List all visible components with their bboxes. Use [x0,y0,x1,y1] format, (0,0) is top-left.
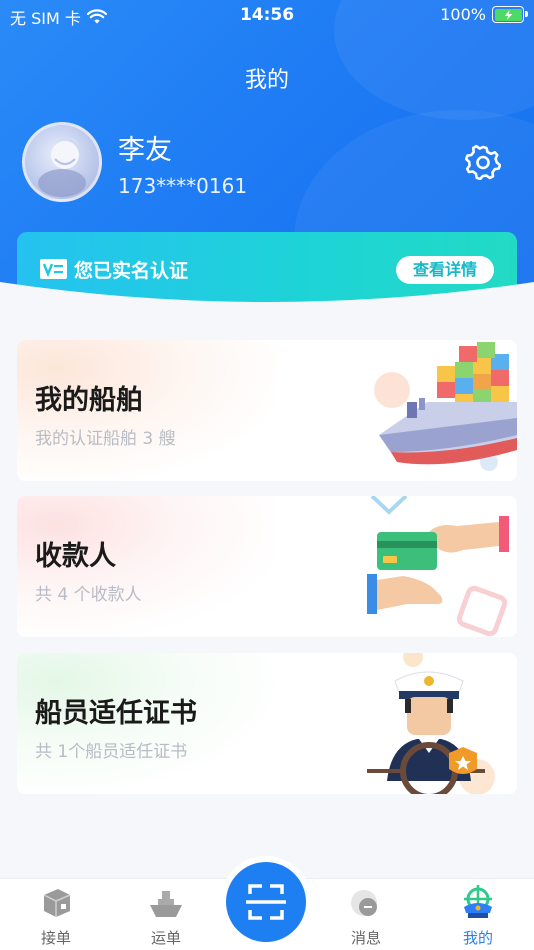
ship-captain-icon [367,653,495,794]
user-phone: 173****0161 [118,174,248,198]
settings-gear-icon[interactable] [465,144,501,180]
profile-header: 无 SIM 卡 14:56 100% 我的 李友 173****0161 您已实… [0,0,534,310]
status-right: 100% [440,5,528,24]
card-subtitle: 共 1个船员适任证书 [35,742,188,762]
user-name: 李友 [118,135,172,166]
tab-label: 接单 [40,929,71,947]
tab-mine[interactable]: 我的 [438,879,518,950]
ship-icon [150,891,182,917]
tab-label: 消息 [350,929,381,947]
tab-orders[interactable]: 接单 [16,879,96,950]
card-subtitle: 我的认证船舶 3 艘 [35,429,176,449]
cargo-ship-icon [374,342,517,471]
tab-messages[interactable]: 消息 [326,879,406,950]
crew-certificate-card[interactable]: 船员适任证书 共 1个船员适任证书 [17,653,517,794]
payees-card[interactable]: 收款人 共 4 个收款人 [17,496,517,637]
card-title: 我的船舶 [35,385,143,416]
card-title: 收款人 [35,541,116,572]
battery-percent: 100% [440,5,486,24]
avatar-illustration [38,137,86,197]
battery-icon [492,6,528,23]
box-icon [43,889,71,917]
verification-status: 您已实名认证 [74,260,189,282]
message-icon [351,890,377,916]
tab-label: 运单 [150,929,181,947]
scan-button[interactable] [226,862,306,942]
id-card-icon [40,259,67,279]
tab-waybills[interactable]: 运单 [126,879,206,950]
avatar[interactable] [22,122,102,202]
card-title: 船员适任证书 [35,698,197,729]
payment-card-icon [367,496,509,637]
page-title: 我的 [244,68,289,93]
scan-icon [246,884,286,920]
my-ships-card[interactable]: 我的船舶 我的认证船舶 3 艘 [17,340,517,481]
status-bar: 无 SIM 卡 14:56 100% [0,0,534,32]
header-curve [0,282,534,322]
card-subtitle: 共 4 个收款人 [35,585,142,605]
tab-label: 我的 [462,929,493,947]
view-details-button[interactable]: 查看详情 [396,256,494,284]
captain-hat-icon [464,885,492,918]
